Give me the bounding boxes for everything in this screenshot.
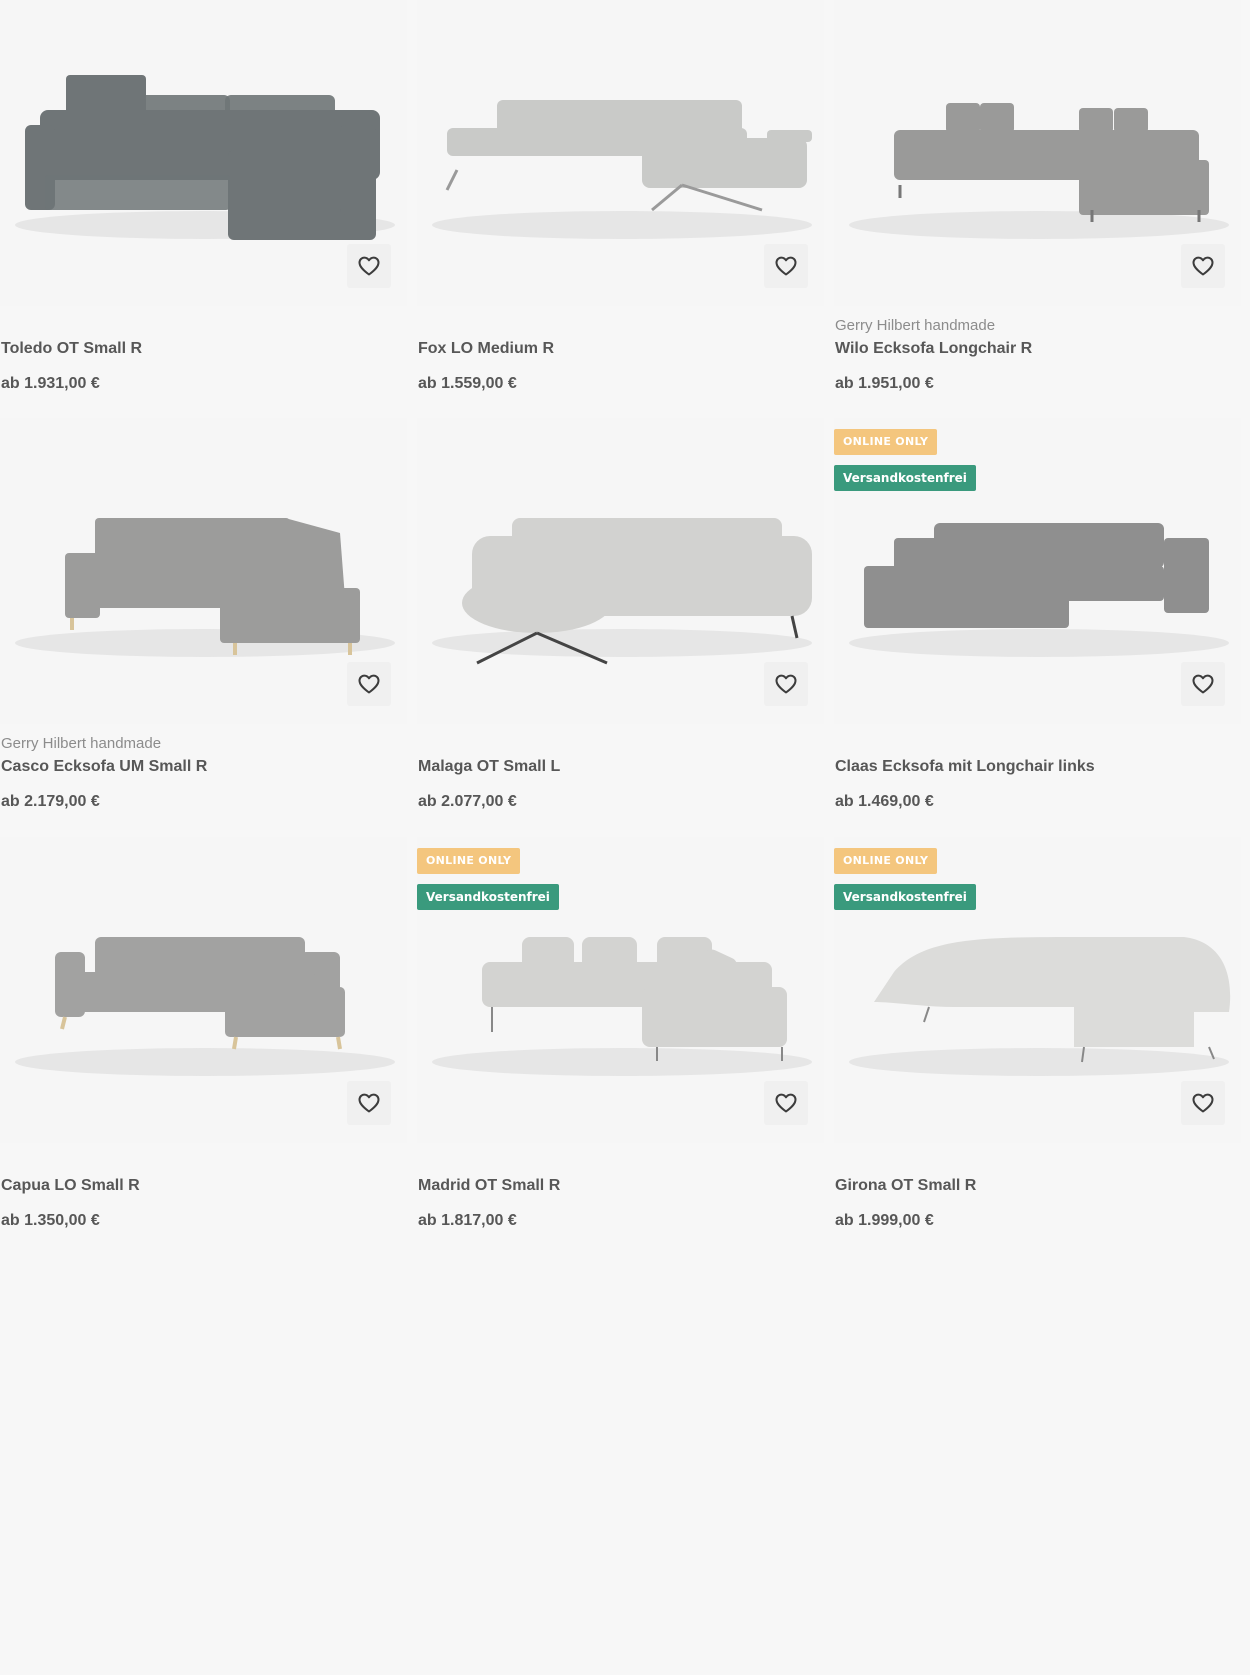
product-image[interactable] [0, 0, 407, 306]
product-card[interactable]: ONLINE ONLY Versandkostenfrei Girona OT Sm… [834, 837, 1241, 1249]
online-only-badge: ONLINE ONLY [834, 429, 938, 455]
favorite-button[interactable] [1181, 1081, 1225, 1125]
favorite-button[interactable] [764, 1081, 808, 1125]
online-only-badge: ONLINE ONLY [834, 848, 938, 874]
product-card[interactable]: Capua LO Small R ab 1.350,00 € [0, 837, 407, 1249]
sofa-image [849, 103, 1229, 239]
heart-icon [357, 254, 381, 278]
product-name[interactable]: Fox LO Medium R [418, 340, 554, 358]
favorite-button[interactable] [347, 1081, 391, 1125]
sofa-image [15, 75, 395, 240]
favorite-button[interactable] [764, 244, 808, 288]
product-name[interactable]: Claas Ecksofa mit Longchair links [835, 758, 1095, 776]
favorite-button[interactable] [1181, 662, 1225, 706]
sofa-image [15, 937, 395, 1076]
product-price: ab 2.077,00 € [418, 793, 517, 810]
sofa-image [432, 518, 812, 665]
favorite-button[interactable] [764, 662, 808, 706]
sofa-image [432, 100, 812, 239]
heart-icon [357, 672, 381, 696]
product-image[interactable] [417, 418, 824, 724]
favorite-button[interactable] [347, 244, 391, 288]
product-card[interactable]: Gerry Hilbert handmade Wilo Ecksofa Longc… [834, 0, 1241, 412]
free-shipping-badge: Versandkostenfrei [834, 884, 976, 910]
product-image[interactable] [834, 418, 1241, 724]
sofa-image [849, 523, 1229, 657]
product-price: ab 1.350,00 € [1, 1212, 100, 1229]
product-image[interactable] [417, 837, 824, 1143]
product-name[interactable]: Girona OT Small R [835, 1177, 976, 1195]
product-card[interactable]: Toledo OT Small R ab 1.931,00 € [0, 0, 407, 412]
heart-icon [774, 672, 798, 696]
sofa-image [15, 518, 395, 657]
product-name[interactable]: Toledo OT Small R [1, 340, 142, 358]
free-shipping-badge: Versandkostenfrei [834, 465, 976, 491]
product-price: ab 1.817,00 € [418, 1212, 517, 1229]
sofa-image [849, 937, 1231, 1076]
product-name[interactable]: Wilo Ecksofa Longchair R [835, 340, 1032, 358]
product-card[interactable]: ONLINE ONLY Versandkostenfrei Madrid OT Sm… [417, 837, 824, 1249]
heart-icon [774, 1091, 798, 1115]
product-image[interactable] [834, 837, 1241, 1143]
product-image[interactable] [834, 0, 1241, 306]
heart-icon [357, 1091, 381, 1115]
product-card[interactable]: ONLINE ONLY Versandkostenfrei Claas Ecksof… [834, 418, 1241, 830]
heart-icon [774, 254, 798, 278]
product-price: ab 1.469,00 € [835, 793, 934, 810]
product-image[interactable] [0, 418, 407, 724]
product-image[interactable] [417, 0, 824, 306]
product-brand: Gerry Hilbert handmade [835, 317, 996, 334]
heart-icon [1191, 1091, 1215, 1115]
product-card[interactable]: Fox LO Medium R ab 1.559,00 € [417, 0, 824, 412]
product-name[interactable]: Malaga OT Small L [418, 758, 560, 776]
favorite-button[interactable] [347, 662, 391, 706]
product-price: ab 2.179,00 € [1, 793, 100, 810]
free-shipping-badge: Versandkostenfrei [417, 884, 559, 910]
product-image[interactable] [0, 837, 407, 1143]
sofa-image [432, 937, 812, 1076]
online-only-badge: ONLINE ONLY [417, 848, 521, 874]
product-price: ab 1.999,00 € [835, 1212, 934, 1229]
heart-icon [1191, 672, 1215, 696]
product-card[interactable]: Malaga OT Small L ab 2.077,00 € [417, 418, 824, 830]
product-price: ab 1.931,00 € [1, 375, 100, 392]
product-name[interactable]: Casco Ecksofa UM Small R [1, 758, 207, 776]
product-name[interactable]: Madrid OT Small R [418, 1177, 560, 1195]
favorite-button[interactable] [1181, 244, 1225, 288]
product-name[interactable]: Capua LO Small R [1, 1177, 140, 1195]
heart-icon [1191, 254, 1215, 278]
product-card[interactable]: Gerry Hilbert handmade Casco Ecksofa UM S… [0, 418, 407, 830]
product-price: ab 1.951,00 € [835, 375, 934, 392]
product-price: ab 1.559,00 € [418, 375, 517, 392]
product-brand: Gerry Hilbert handmade [1, 735, 162, 752]
